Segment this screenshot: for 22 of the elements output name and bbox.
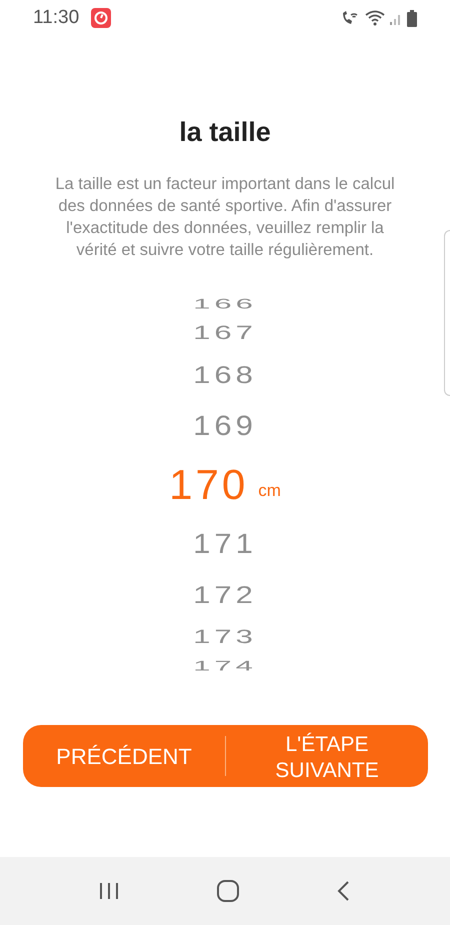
unit-label: cm	[258, 480, 281, 502]
picker-value[interactable]: 173	[193, 627, 257, 646]
picker-value[interactable]: 172	[193, 582, 257, 606]
wifi-call-icon	[341, 10, 359, 26]
picker-value[interactable]: 171	[193, 530, 257, 557]
page-title: la taille	[178, 116, 272, 149]
selected-value[interactable]: 170	[169, 460, 248, 508]
home-icon[interactable]	[216, 879, 240, 903]
status-time: 11:30	[33, 6, 80, 30]
previous-button[interactable]: PRÉCÉDENT	[23, 725, 225, 787]
battery-icon	[407, 10, 417, 26]
picker-value[interactable]: 166	[193, 296, 257, 310]
picker-value[interactable]: 168	[193, 362, 257, 386]
wifi-icon	[365, 10, 387, 26]
recent-apps-icon[interactable]	[98, 881, 120, 901]
description-text: La taille est un facteur important dans le calcul des données de santé sportive. Afin d'assurer l'exactitude des données, veuillez remplir la vérité et suivre votre taille régulièrement.	[54, 174, 396, 260]
app-notification-icon	[91, 8, 112, 28]
picker-value[interactable]: 167	[193, 323, 257, 342]
edge-panel-handle[interactable]	[444, 230, 450, 396]
picker-value[interactable]: 174	[193, 658, 257, 672]
picker-value[interactable]: 169	[193, 412, 257, 439]
next-step-button[interactable]: L'ÉTAPE SUIVANTE	[226, 725, 428, 787]
